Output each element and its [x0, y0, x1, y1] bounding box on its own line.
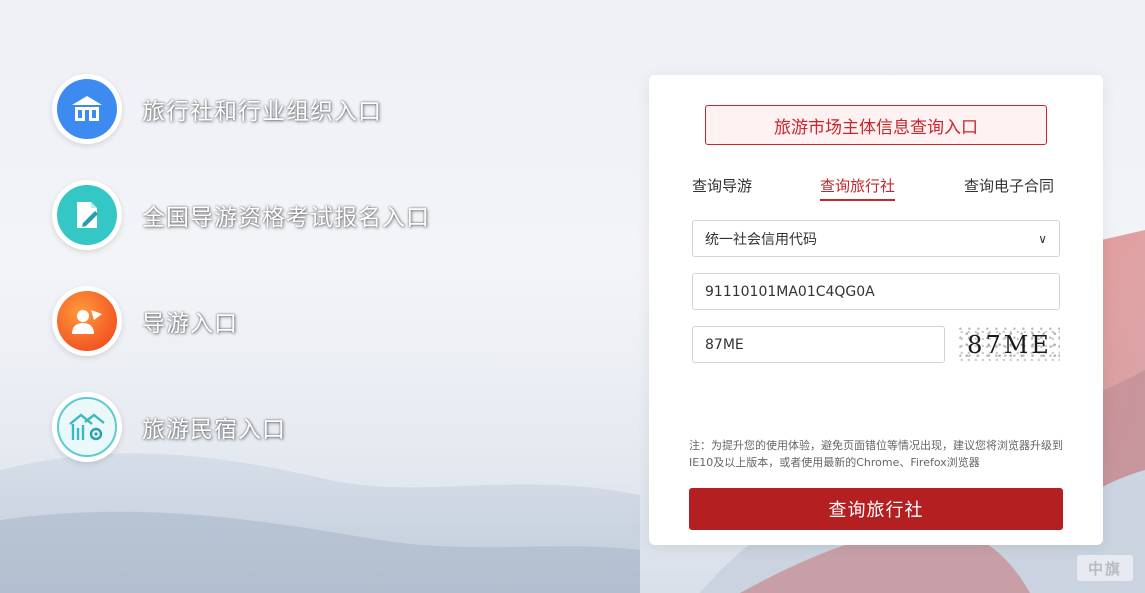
entry-label: 旅游民宿入口 [142, 417, 286, 443]
id-type-select-value: 统一社会信用代码 [705, 231, 817, 248]
entry-circle [52, 180, 122, 250]
entry-travel-agency[interactable]: 旅行社和行业组织入口 [52, 74, 382, 144]
tour-guide-icon [57, 291, 117, 351]
homestay-icon [57, 397, 117, 457]
query-card: 旅游市场主体信息查询入口 查询导游 查询旅行社 查询电子合同 统一社会信用代码 … [649, 75, 1103, 545]
browser-notice: 注：为提升您的使用体验，避免页面错位等情况出现，建议您将浏览器升级到IE10及以… [689, 439, 1063, 469]
tab-query-contract[interactable]: 查询电子合同 [964, 175, 1054, 196]
query-tabs: 查询导游 查询旅行社 查询电子合同 [692, 175, 1062, 201]
tab-query-guide[interactable]: 查询导游 [692, 175, 752, 196]
document-edit-icon [57, 185, 117, 245]
building-icon [57, 79, 117, 139]
chevron-down-icon: ∨ [1038, 231, 1047, 246]
corner-badge: 中旗 [1077, 555, 1133, 581]
entry-label: 导游入口 [142, 311, 238, 337]
entry-circle [52, 392, 122, 462]
entry-label: 旅行社和行业组织入口 [142, 99, 382, 125]
entry-homestay[interactable]: 旅游民宿入口 [52, 392, 286, 462]
entry-guide-exam[interactable]: 全国导游资格考试报名入口 [52, 180, 430, 250]
entry-circle [52, 286, 122, 356]
tab-query-agency[interactable]: 查询旅行社 [820, 175, 896, 201]
query-title: 旅游市场主体信息查询入口 [705, 105, 1047, 145]
entry-circle [52, 74, 122, 144]
captcha-input[interactable]: 87ME [692, 326, 945, 363]
entry-tour-guide[interactable]: 导游入口 [52, 286, 238, 356]
query-agency-button[interactable]: 查询旅行社 [689, 488, 1063, 530]
id-type-select[interactable]: 统一社会信用代码 ∨ [692, 220, 1060, 257]
captcha-image[interactable]: 87ME [959, 326, 1060, 363]
entry-label: 全国导游资格考试报名入口 [142, 205, 430, 231]
credit-code-input[interactable]: 91110101MA01C4QG0A [692, 273, 1060, 310]
